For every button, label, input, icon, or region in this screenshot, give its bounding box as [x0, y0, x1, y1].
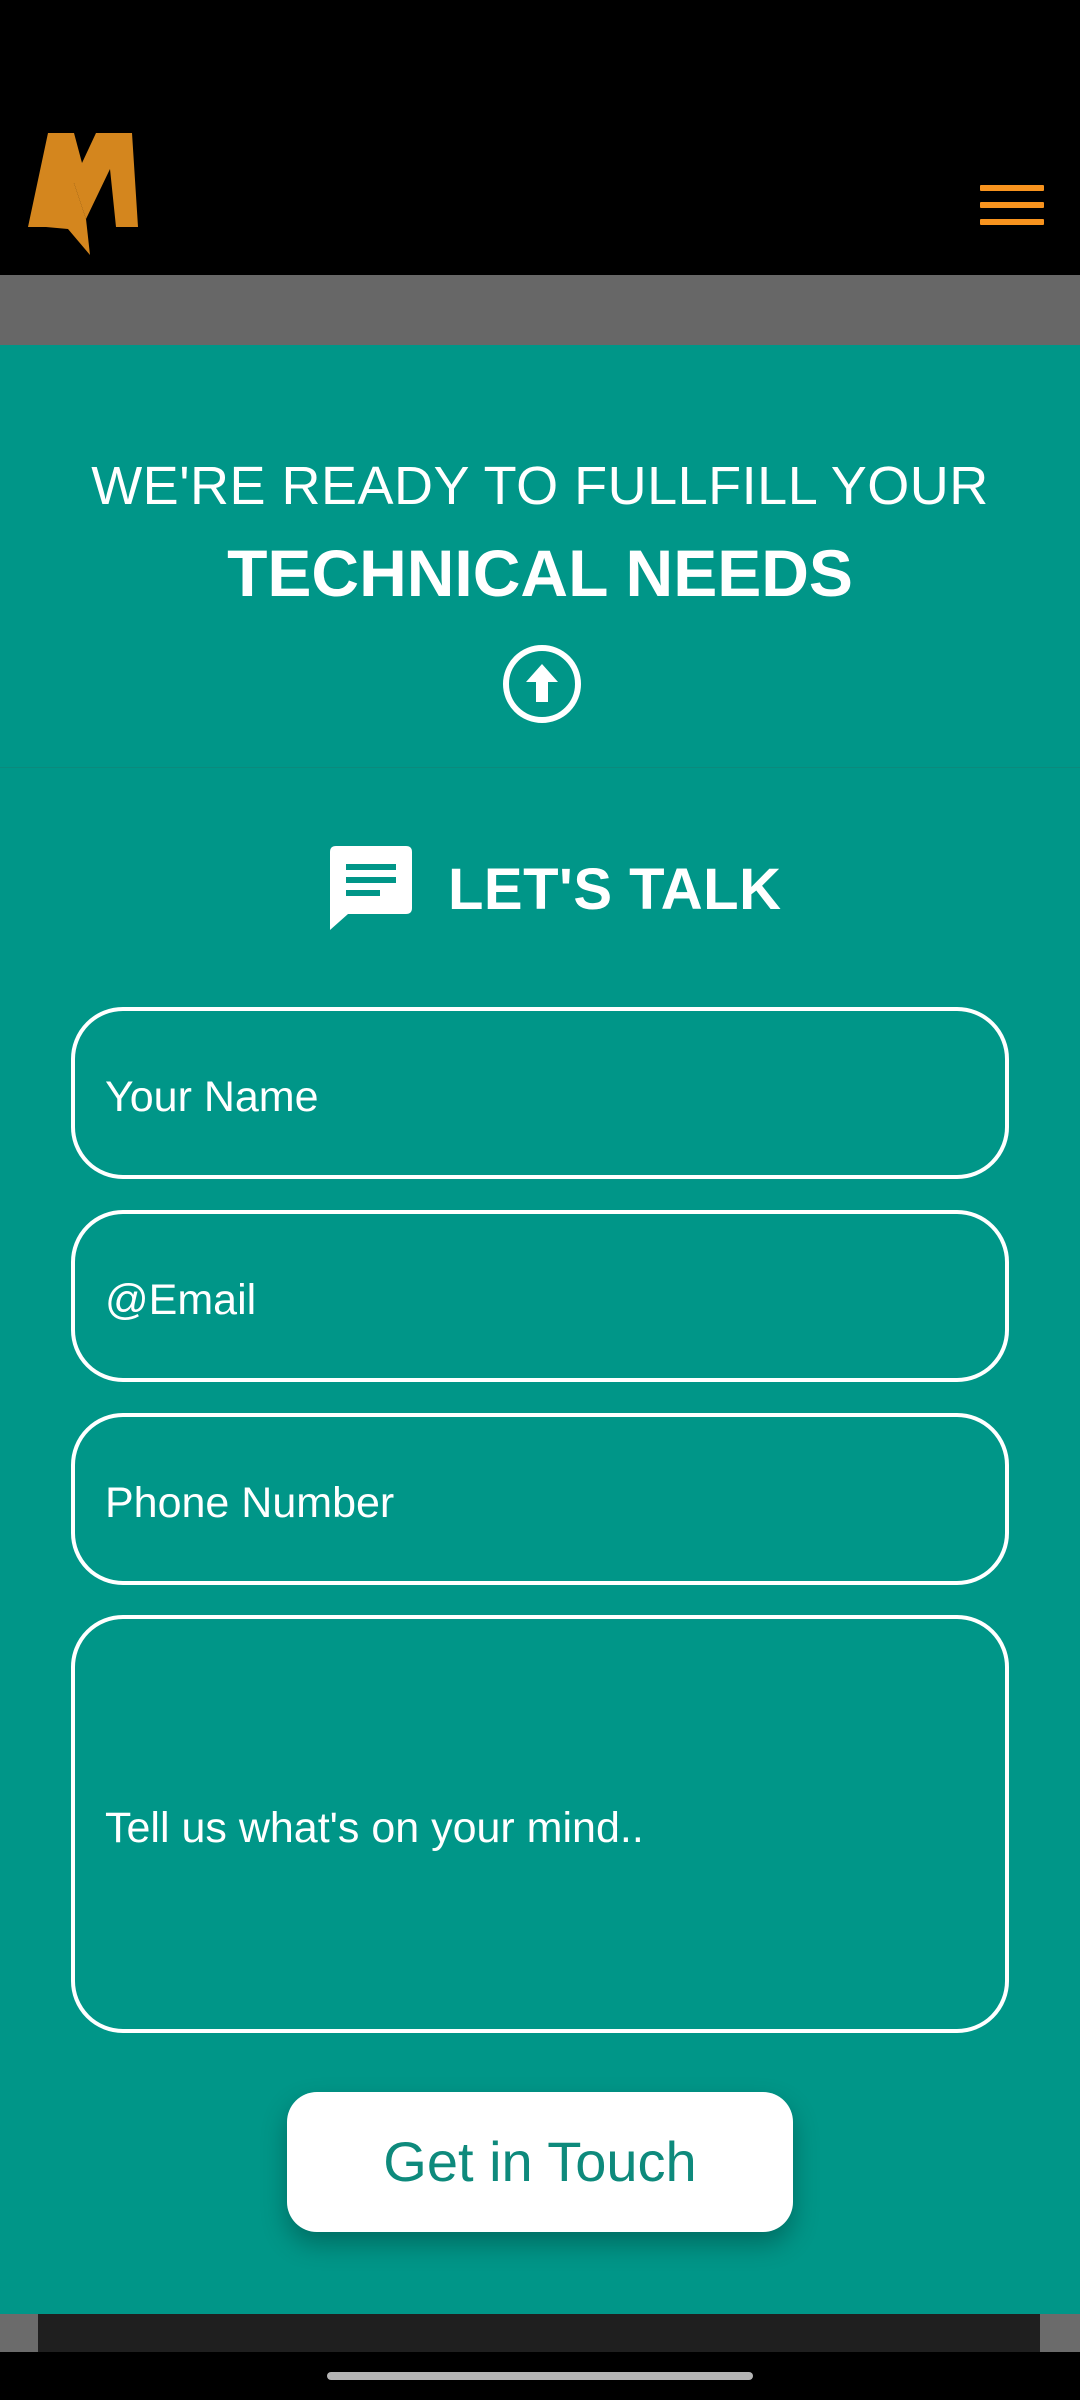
contact-title: LET'S TALK: [448, 857, 782, 922]
hero-heading-line1: WE'RE READY TO FULLFILL YOUR: [91, 456, 989, 516]
phone-field[interactable]: Phone Number: [71, 1413, 1009, 1585]
brand-logo-icon[interactable]: [26, 133, 138, 255]
get-in-touch-label: Get in Touch: [383, 2130, 697, 2193]
arrow-up-circle-icon[interactable]: [502, 644, 582, 724]
hero-section: WE'RE READY TO FULLFILL YOUR TECHNICAL N…: [0, 345, 1080, 768]
name-field-placeholder: Your Name: [105, 1073, 319, 1121]
email-field-placeholder: @Email: [105, 1276, 257, 1324]
header-divider-band: [0, 275, 1080, 345]
hamburger-menu-icon[interactable]: [980, 181, 1044, 229]
email-field[interactable]: @Email: [71, 1210, 1009, 1382]
hero-heading-line2: TECHNICAL NEEDS: [227, 536, 853, 610]
phone-field-placeholder: Phone Number: [105, 1479, 395, 1527]
system-navigation-bar: [0, 2352, 1080, 2400]
top-header: [0, 0, 1080, 275]
contact-heading: LET'S TALK: [0, 840, 1080, 940]
chat-message-icon: [330, 846, 412, 930]
name-field[interactable]: Your Name: [71, 1007, 1009, 1179]
message-textarea[interactable]: Tell us what's on your mind..: [71, 1615, 1009, 2033]
home-indicator[interactable]: [327, 2372, 753, 2380]
get-in-touch-button[interactable]: Get in Touch: [287, 2092, 793, 2232]
message-textarea-placeholder: Tell us what's on your mind..: [105, 1804, 644, 1852]
